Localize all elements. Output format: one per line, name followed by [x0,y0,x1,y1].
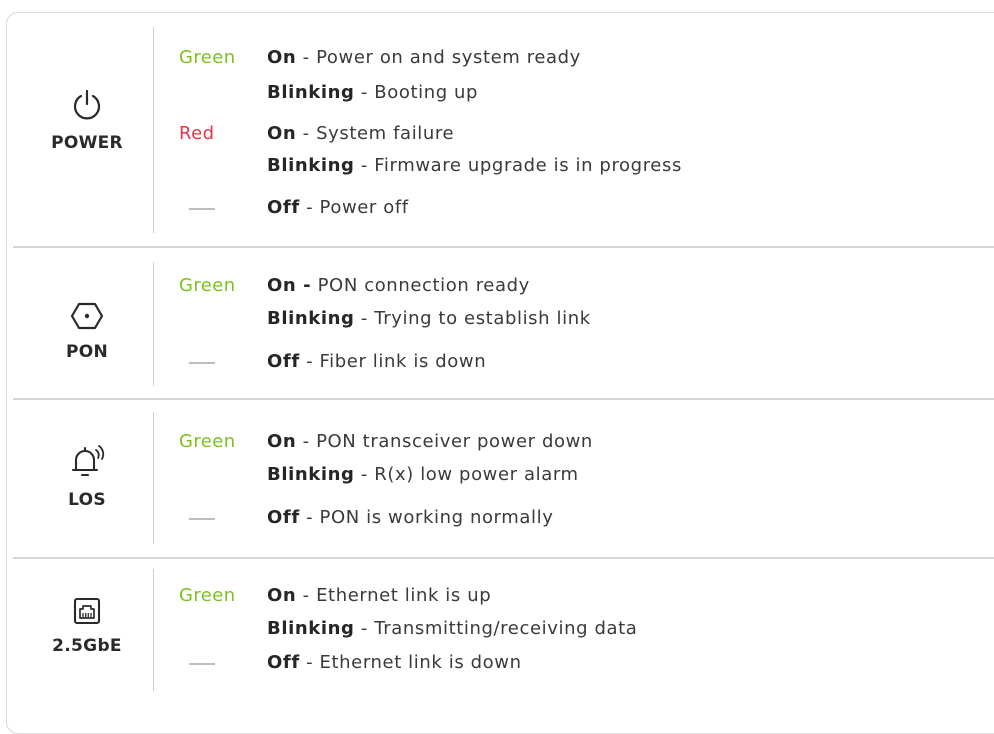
column-divider [153,412,154,544]
state-separator: - [299,197,320,218]
state-description: On - PON connection ready [267,275,530,296]
state-text: Power on and system ready [316,47,581,68]
led-section-pon: PON Green On - PON connection ready Blin… [7,248,994,398]
state-label: Blinking [267,618,355,639]
state-separator: - [354,82,375,103]
off-dash [189,208,215,210]
state-label: Blinking [267,82,355,103]
state-separator: - [296,585,317,606]
color-label: Green [179,47,236,68]
state-description: On - Ethernet link is up [267,585,491,606]
state-description: Blinking - Firmware upgrade is in progre… [267,155,682,176]
state-text: Power off [319,197,409,218]
state-label: On [267,585,297,606]
state-label: Off [267,197,300,218]
state-separator: - [299,351,320,372]
state-text: PON is working normally [319,507,554,528]
state-description: Blinking - Trying to establish link [267,308,591,329]
led-label-los: LOS [39,444,135,510]
power-icon [73,89,101,120]
state-label: Off [267,652,300,673]
state-separator: - [354,308,375,329]
column-divider [153,27,154,233]
color-label: Red [179,123,215,144]
state-label: On [267,431,297,452]
state-text: Fiber link is down [319,351,487,372]
state-text: PON transceiver power down [316,431,593,452]
state-description: Blinking - R(x) low power alarm [267,464,579,485]
color-label: Green [179,585,236,606]
color-label: Green [179,431,236,452]
state-text: Trying to establish link [374,308,591,329]
state-separator: - [299,652,320,673]
state-separator: - [354,464,375,485]
led-name: LOS [68,490,106,510]
state-label: Blinking [267,155,355,176]
state-label: Off [267,351,300,372]
led-name: PON [65,342,109,362]
state-description: Blinking - Transmitting/receiving data [267,618,637,639]
column-divider [153,569,154,691]
state-description: Off - Ethernet link is down [267,652,522,673]
state-separator: - [296,47,317,68]
led-section-los: LOS Green On - PON transceiver power dow… [7,400,994,557]
led-label-pon: PON [39,300,135,362]
state-label: On - [267,275,312,296]
state-separator: - [299,507,320,528]
state-separator: - [354,155,375,176]
led-label-ethernet: 2.5GbE [39,596,135,656]
state-separator: - [296,123,317,144]
state-label: Blinking [267,308,355,329]
off-dash [189,362,215,364]
bell-alarm-icon [71,445,105,477]
state-label: On [267,47,297,68]
state-text: Booting up [374,82,479,103]
ethernet-port-icon [73,597,101,625]
state-text: Transmitting/receiving data [374,618,638,639]
column-divider [153,262,154,386]
led-name: 2.5GbE [52,636,122,656]
state-label: Off [267,507,300,528]
state-separator: - [354,618,375,639]
state-text: PON connection ready [317,275,530,296]
color-label: Green [179,275,236,296]
led-name: POWER [51,133,123,153]
pon-hexagon-icon [70,302,104,330]
state-description: Blinking - Booting up [267,82,478,103]
state-description: On - System failure [267,123,454,144]
state-label: Blinking [267,464,355,485]
state-separator: - [296,431,317,452]
state-text: Firmware upgrade is in progress [374,155,682,176]
state-text: System failure [316,123,455,144]
state-description: Off - Power off [267,197,409,218]
off-dash [189,518,215,520]
led-table-card: POWER Green On - Power on and system rea… [6,12,994,734]
off-dash [189,663,215,665]
state-description: Off - PON is working normally [267,507,553,528]
state-description: On - PON transceiver power down [267,431,593,452]
state-label: On [267,123,297,144]
led-label-power: POWER [39,87,135,153]
led-section-ethernet: 2.5GbE Green On - Ethernet link is up Bl… [7,559,994,699]
led-section-power: POWER Green On - Power on and system rea… [7,13,994,247]
state-text: R(x) low power alarm [374,464,579,485]
state-text: Ethernet link is down [319,652,522,673]
state-text: Ethernet link is up [316,585,492,606]
state-description: Off - Fiber link is down [267,351,486,372]
state-description: On - Power on and system ready [267,47,581,68]
